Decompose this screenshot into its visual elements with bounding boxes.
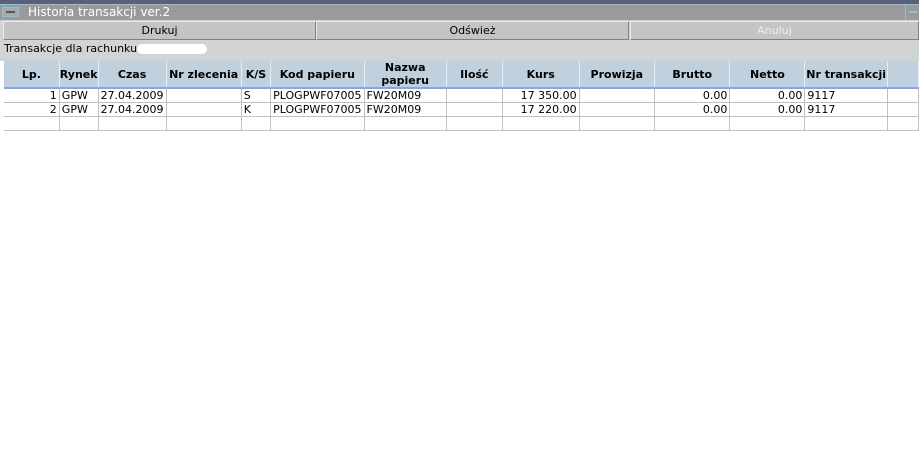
table-cell bbox=[4, 116, 60, 131]
table-cell: FW20M09 bbox=[364, 102, 447, 117]
table-cell bbox=[59, 116, 99, 131]
table-cell bbox=[446, 116, 503, 131]
table-cell: 1 bbox=[4, 87, 60, 103]
table-cell: 0.00 bbox=[654, 102, 731, 117]
table-cell: PLOGPWF07005 bbox=[270, 87, 365, 103]
table-cell bbox=[579, 116, 656, 131]
table-cell: 17 220.00 bbox=[502, 102, 580, 117]
table-cell: 2 bbox=[4, 102, 60, 117]
column-header[interactable]: K/S bbox=[241, 61, 272, 88]
table-cell bbox=[654, 116, 731, 131]
window-title: Historia transakcji ver.2 bbox=[28, 5, 171, 19]
column-header[interactable]: Lp. bbox=[4, 61, 60, 88]
refresh-button[interactable]: Odśwież bbox=[316, 21, 629, 40]
column-header[interactable] bbox=[887, 61, 919, 88]
table-row[interactable] bbox=[4, 116, 919, 131]
system-menu-icon[interactable] bbox=[2, 7, 19, 17]
table-cell: GPW bbox=[59, 102, 99, 117]
table-cell: 9117 bbox=[804, 87, 888, 103]
table-cell bbox=[502, 116, 580, 131]
column-header[interactable]: Nazwa papieru bbox=[364, 61, 447, 88]
table-cell: 27.04.2009 bbox=[98, 102, 167, 117]
column-header[interactable]: Kod papieru bbox=[270, 61, 365, 88]
table-row[interactable]: 2 GPW 27.04.2009 K PLOGPWF07005 FW20M09 17 220… bbox=[4, 102, 919, 117]
table-cell bbox=[166, 87, 242, 103]
table-cell bbox=[579, 87, 656, 103]
table-cell: GPW bbox=[59, 87, 99, 103]
table-cell bbox=[166, 116, 242, 131]
table-row[interactable]: 1 GPW 27.04.2009 S PLOGPWF07005 FW20M09 17 350… bbox=[4, 87, 919, 103]
column-header[interactable]: Nr zlecenia bbox=[166, 61, 242, 88]
table-cell: 0.00 bbox=[729, 87, 806, 103]
table-cell: 9117 bbox=[804, 102, 888, 117]
transactions-table: Lp. Rynek Czas Nr zlecenia K/S Kod papieru Naz… bbox=[4, 61, 919, 131]
table-cell bbox=[166, 102, 242, 117]
column-header[interactable]: Brutto bbox=[654, 61, 731, 88]
table-cell: 0.00 bbox=[654, 87, 731, 103]
column-header[interactable]: Ilość bbox=[446, 61, 503, 88]
cancel-button[interactable]: Anuluj bbox=[630, 21, 919, 40]
print-button[interactable]: Drukuj bbox=[3, 21, 316, 40]
table-cell bbox=[241, 116, 272, 131]
table-cell bbox=[804, 116, 888, 131]
table-cell bbox=[446, 87, 503, 103]
table-cell: PLOGPWF07005 bbox=[270, 102, 365, 117]
table-cell: 0.00 bbox=[729, 102, 806, 117]
column-header[interactable]: Netto bbox=[729, 61, 806, 88]
table-cell: K bbox=[241, 102, 272, 117]
column-header[interactable]: Nr transakcji bbox=[804, 61, 888, 88]
column-header[interactable]: Prowizja bbox=[579, 61, 656, 88]
column-header[interactable]: Czas bbox=[98, 61, 167, 88]
account-row: Transakcje dla rachunku bbox=[0, 41, 919, 61]
table-cell bbox=[887, 102, 919, 117]
table-cell bbox=[364, 116, 447, 131]
table-cell bbox=[270, 116, 365, 131]
table-cell bbox=[98, 116, 167, 131]
table-cell: S bbox=[241, 87, 272, 103]
table-cell bbox=[887, 87, 919, 103]
column-header[interactable]: Rynek bbox=[59, 61, 99, 88]
table-cell: FW20M09 bbox=[364, 87, 447, 103]
account-label: Transakcje dla rachunku bbox=[4, 42, 138, 55]
table-cell bbox=[446, 102, 503, 117]
title-bar: Historia transakcji ver.2 bbox=[0, 4, 919, 20]
column-header[interactable]: Kurs bbox=[502, 61, 580, 88]
table-cell: 27.04.2009 bbox=[98, 87, 167, 103]
minimize-icon[interactable] bbox=[905, 5, 919, 20]
table-cell bbox=[887, 116, 919, 131]
toolbar: Drukuj Odśwież Anuluj bbox=[0, 20, 919, 41]
redacted-account bbox=[137, 44, 208, 54]
table-cell: 17 350.00 bbox=[502, 87, 580, 103]
table-cell bbox=[579, 102, 656, 117]
table-cell bbox=[729, 116, 806, 131]
